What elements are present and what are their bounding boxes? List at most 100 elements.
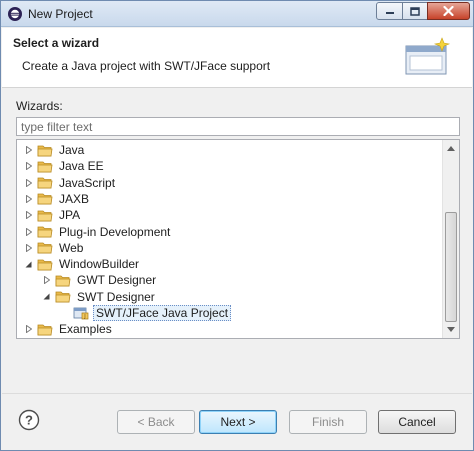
scroll-thumb[interactable] [445, 212, 457, 322]
expand-arrow-icon [25, 146, 32, 154]
tree-item-icon-wrap: J [73, 306, 93, 320]
maximize-icon [410, 6, 420, 16]
folder-icon [37, 177, 53, 189]
tree-twisty[interactable] [24, 194, 33, 203]
expand-arrow-icon [25, 194, 32, 203]
svg-text:J: J [83, 314, 85, 320]
tree-item[interactable]: SWT Designer [42, 289, 157, 305]
tree-item[interactable]: Java EE [24, 158, 106, 174]
new-wizard-banner-icon [405, 37, 451, 75]
page-description: Create a Java project with SWT/JFace sup… [22, 59, 271, 73]
tree-item[interactable]: J SWT/JFace Java Project [60, 305, 232, 321]
tree-item-label: Web [59, 240, 84, 255]
tree-item[interactable]: Web [24, 240, 85, 256]
tree-twisty [60, 309, 69, 318]
svg-text:?: ? [25, 413, 33, 428]
expand-arrow-icon [25, 178, 32, 187]
tree-item-icon-wrap [37, 176, 57, 189]
filter-input[interactable] [16, 117, 460, 136]
tree-item[interactable]: JavaScript [24, 175, 117, 191]
tree-item-icon-wrap [37, 209, 57, 222]
tree-item-label: Plug-in Development [59, 224, 171, 239]
collapse-arrow-icon [43, 293, 50, 300]
tree-twisty[interactable] [24, 162, 33, 171]
tree-item-label: SWT Designer [77, 289, 155, 304]
tree-item[interactable]: WindowBuilder [24, 256, 141, 272]
tree-twisty[interactable] [24, 227, 33, 236]
window-title: New Project [28, 7, 93, 21]
minimize-button[interactable] [376, 2, 403, 20]
folder-icon [37, 242, 53, 254]
tree-item-icon-wrap [37, 225, 57, 238]
tree-item-label: Java EE [59, 159, 104, 174]
tree-item-label: SWT/JFace Java Project [93, 305, 232, 321]
folder-icon [37, 161, 53, 173]
tree-item-label: JAXB [59, 191, 90, 206]
tree-item[interactable]: GWT Designer [42, 272, 158, 288]
folder-icon [37, 226, 53, 238]
footer-separator [2, 393, 472, 394]
close-button[interactable] [427, 2, 470, 20]
scroll-up-button[interactable] [443, 140, 459, 157]
tree-item-label: JPA [59, 208, 81, 223]
tree-twisty[interactable] [24, 178, 33, 187]
folder-icon [37, 324, 53, 336]
cancel-button[interactable]: Cancel [378, 410, 456, 434]
folder-icon [55, 291, 71, 303]
tree-item-label: Examples [59, 322, 112, 337]
folder-icon [37, 210, 53, 222]
tree-scrollbar[interactable] [442, 140, 459, 338]
minimize-icon [385, 12, 394, 14]
collapse-arrow-icon [25, 261, 32, 268]
tree-twisty[interactable] [24, 146, 33, 155]
tree-item[interactable]: Examples [24, 321, 114, 337]
folder-icon [37, 145, 53, 156]
back-button[interactable]: < Back [117, 410, 195, 434]
close-icon [443, 6, 454, 16]
tree-twisty[interactable] [24, 211, 33, 220]
folder-icon [37, 259, 53, 270]
new-project-dialog: New Project Select a wizard Create a Jav… [0, 0, 474, 451]
chevron-up-icon [447, 146, 455, 151]
wizard-tree[interactable]: Java Java EE JavaScript JAXB JPA Plug-in Deve… [16, 139, 460, 339]
finish-button[interactable]: Finish [289, 410, 367, 434]
tree-item[interactable]: JAXB [24, 191, 91, 207]
tree-item-label: GWT Designer [77, 273, 157, 288]
expand-arrow-icon [25, 227, 32, 236]
tree-item[interactable]: Plug-in Development [24, 224, 172, 240]
chevron-down-icon [447, 327, 455, 332]
tree-item-icon-wrap [37, 192, 57, 205]
tree-twisty[interactable] [24, 325, 33, 334]
java-project-icon: J [73, 307, 89, 320]
tree-item[interactable]: Java [24, 142, 86, 158]
expand-arrow-icon [25, 325, 32, 334]
eclipse-icon [8, 7, 22, 21]
next-button[interactable]: Next > [199, 410, 277, 434]
tree-item[interactable]: JPA [24, 207, 82, 223]
folder-icon [55, 275, 71, 287]
tree-twisty[interactable] [24, 260, 33, 269]
folder-icon [37, 193, 53, 205]
tree-item-icon-wrap [37, 241, 57, 254]
tree-item-label: WindowBuilder [59, 257, 140, 272]
tree-item-label: Java [59, 143, 85, 157]
expand-arrow-icon [25, 162, 32, 171]
title-bar[interactable]: New Project [1, 1, 473, 27]
wizard-header: Select a wizard Create a Java project wi… [2, 28, 472, 88]
wizards-label: Wizards: [16, 99, 63, 113]
scroll-down-button[interactable] [443, 321, 459, 338]
tree-item-icon-wrap [55, 274, 75, 287]
tree-item-icon-wrap [37, 258, 57, 271]
tree-twisty[interactable] [42, 276, 51, 285]
maximize-button[interactable] [402, 2, 428, 20]
tree-twisty[interactable] [24, 243, 33, 252]
help-icon[interactable]: ? [18, 409, 40, 431]
expand-arrow-icon [43, 276, 50, 285]
expand-arrow-icon [25, 211, 32, 220]
expand-arrow-icon [25, 243, 32, 252]
tree-item-icon-wrap [37, 160, 57, 173]
tree-twisty[interactable] [42, 292, 51, 301]
tree-item-icon-wrap [55, 290, 75, 303]
page-title: Select a wizard [13, 36, 100, 50]
tree-item-icon-wrap [37, 323, 57, 336]
